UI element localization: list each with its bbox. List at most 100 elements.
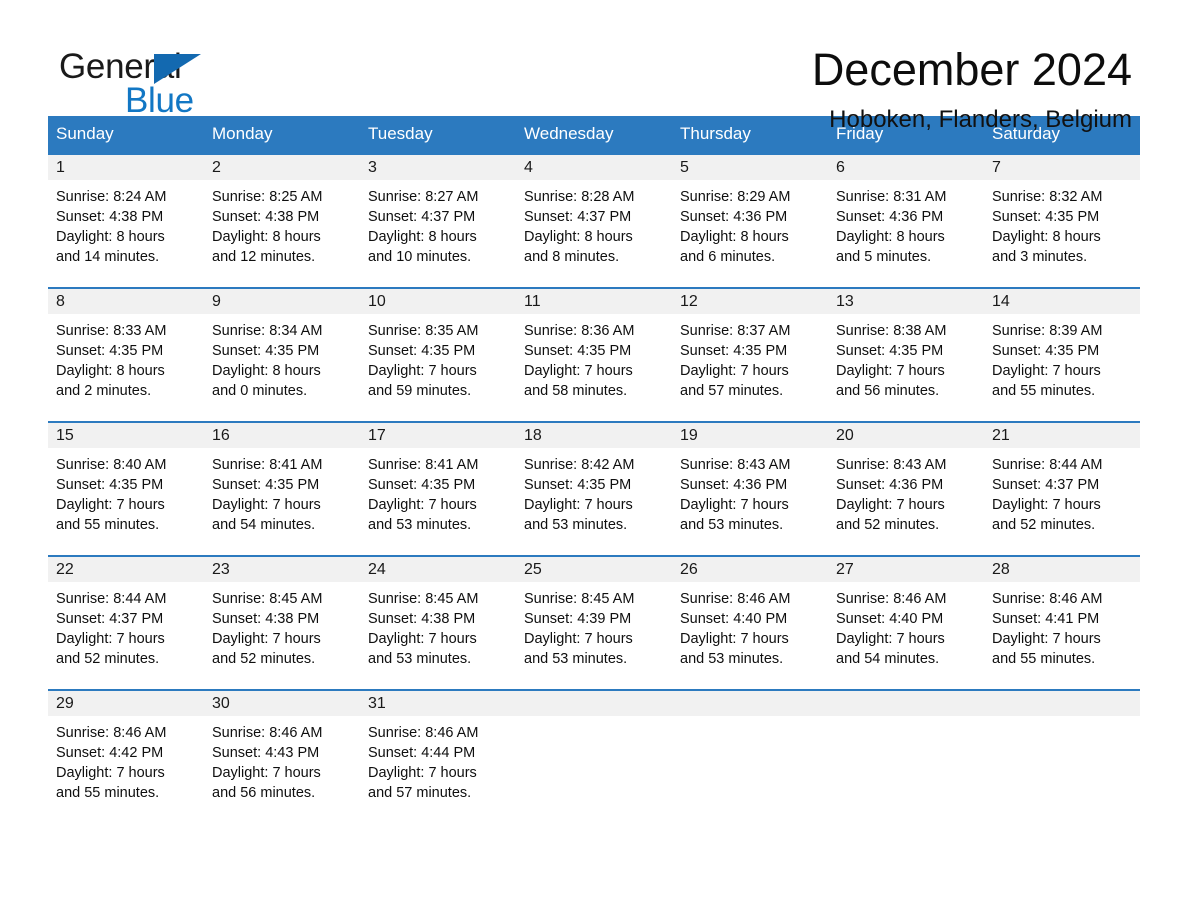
day-sun-info: Sunrise: 8:46 AM Sunset: 4:40 PM Daylight:… (672, 582, 828, 669)
logo-triangle-icon (154, 54, 201, 84)
day-cell-inner: 23 Sunrise: 8:45 AM Sunset: 4:38 PM Dayligh… (204, 555, 360, 689)
daylight-duration-line2: and 59 minutes. (368, 383, 472, 399)
calendar-day-cell[interactable]: 15 Sunrise: 8:40 AM Sunset: 4:35 PM Dayligh… (48, 421, 204, 555)
day-cell-inner: 7 Sunrise: 8:32 AM Sunset: 4:35 PM Daylight… (984, 153, 1140, 287)
calendar-day-cell[interactable]: 23 Sunrise: 8:45 AM Sunset: 4:38 PM Dayligh… (204, 555, 360, 689)
calendar-day-cell[interactable]: 9 Sunrise: 8:34 AM Sunset: 4:35 PM Daylight… (204, 287, 360, 421)
weekday-header-tuesday: Tuesday (360, 116, 516, 153)
day-cell-inner: 24 Sunrise: 8:45 AM Sunset: 4:38 PM Dayligh… (360, 555, 516, 689)
daylight-duration-line2: and 54 minutes. (212, 517, 316, 533)
day-number: 3 (360, 155, 516, 180)
daylight-duration-line1: Daylight: 7 hours (524, 631, 633, 647)
daylight-duration-line1: Daylight: 8 hours (56, 363, 165, 379)
calendar-day-cell[interactable]: 2 Sunrise: 8:25 AM Sunset: 4:38 PM Daylight… (204, 153, 360, 287)
logo-text-blue: Blue (125, 81, 194, 120)
sunrise-time: Sunrise: 8:46 AM (992, 591, 1103, 607)
calendar-day-cell[interactable]: 18 Sunrise: 8:42 AM Sunset: 4:35 PM Dayligh… (516, 421, 672, 555)
calendar-day-cell[interactable]: 30 Sunrise: 8:46 AM Sunset: 4:43 PM Dayligh… (204, 689, 360, 823)
calendar-cell-empty (516, 689, 672, 823)
day-cell-inner: 6 Sunrise: 8:31 AM Sunset: 4:36 PM Daylight… (828, 153, 984, 287)
calendar-week-row: 15 Sunrise: 8:40 AM Sunset: 4:35 PM Dayligh… (48, 421, 1140, 555)
calendar-day-cell[interactable]: 27 Sunrise: 8:46 AM Sunset: 4:40 PM Dayligh… (828, 555, 984, 689)
daylight-duration-line2: and 52 minutes. (56, 651, 160, 667)
sunrise-time: Sunrise: 8:33 AM (56, 323, 167, 339)
sunset-time: Sunset: 4:36 PM (680, 477, 788, 493)
day-cell-inner: 3 Sunrise: 8:27 AM Sunset: 4:37 PM Daylight… (360, 153, 516, 287)
day-sun-info: Sunrise: 8:34 AM Sunset: 4:35 PM Daylight:… (204, 314, 360, 401)
calendar-day-cell[interactable]: 14 Sunrise: 8:39 AM Sunset: 4:35 PM Dayligh… (984, 287, 1140, 421)
calendar-day-cell[interactable]: 3 Sunrise: 8:27 AM Sunset: 4:37 PM Daylight… (360, 153, 516, 287)
calendar-day-cell[interactable]: 16 Sunrise: 8:41 AM Sunset: 4:35 PM Dayligh… (204, 421, 360, 555)
daylight-duration-line2: and 0 minutes. (212, 383, 308, 399)
day-sun-info: Sunrise: 8:45 AM Sunset: 4:39 PM Daylight:… (516, 582, 672, 669)
day-number: 26 (672, 557, 828, 582)
calendar-day-cell[interactable]: 25 Sunrise: 8:45 AM Sunset: 4:39 PM Dayligh… (516, 555, 672, 689)
sunset-time: Sunset: 4:37 PM (56, 611, 164, 627)
calendar-day-cell[interactable]: 11 Sunrise: 8:36 AM Sunset: 4:35 PM Dayligh… (516, 287, 672, 421)
calendar-day-cell[interactable]: 28 Sunrise: 8:46 AM Sunset: 4:41 PM Dayligh… (984, 555, 1140, 689)
calendar-day-cell[interactable]: 26 Sunrise: 8:46 AM Sunset: 4:40 PM Dayligh… (672, 555, 828, 689)
calendar-day-cell[interactable]: 7 Sunrise: 8:32 AM Sunset: 4:35 PM Daylight… (984, 153, 1140, 287)
calendar-day-cell[interactable]: 10 Sunrise: 8:35 AM Sunset: 4:35 PM Dayligh… (360, 287, 516, 421)
calendar-day-cell[interactable]: 19 Sunrise: 8:43 AM Sunset: 4:36 PM Dayligh… (672, 421, 828, 555)
daylight-duration-line2: and 14 minutes. (56, 249, 160, 265)
calendar-day-cell[interactable]: 21 Sunrise: 8:44 AM Sunset: 4:37 PM Dayligh… (984, 421, 1140, 555)
calendar-day-cell[interactable]: 20 Sunrise: 8:43 AM Sunset: 4:36 PM Dayligh… (828, 421, 984, 555)
daylight-duration-line1: Daylight: 8 hours (836, 229, 945, 245)
day-sun-info: Sunrise: 8:36 AM Sunset: 4:35 PM Daylight:… (516, 314, 672, 401)
calendar-day-cell[interactable]: 8 Sunrise: 8:33 AM Sunset: 4:35 PM Daylight… (48, 287, 204, 421)
day-cell-inner: 13 Sunrise: 8:38 AM Sunset: 4:35 PM Dayligh… (828, 287, 984, 421)
calendar-day-cell[interactable]: 29 Sunrise: 8:46 AM Sunset: 4:42 PM Dayligh… (48, 689, 204, 823)
day-sun-info: Sunrise: 8:35 AM Sunset: 4:35 PM Daylight:… (360, 314, 516, 401)
day-sun-info: Sunrise: 8:45 AM Sunset: 4:38 PM Daylight:… (204, 582, 360, 669)
sunrise-time: Sunrise: 8:31 AM (836, 189, 947, 205)
weekday-header-sunday: Sunday (48, 116, 204, 153)
day-number: 9 (204, 289, 360, 314)
calendar-day-cell[interactable]: 17 Sunrise: 8:41 AM Sunset: 4:35 PM Dayligh… (360, 421, 516, 555)
weekday-header-monday: Monday (204, 116, 360, 153)
day-cell-inner: 17 Sunrise: 8:41 AM Sunset: 4:35 PM Dayligh… (360, 421, 516, 555)
generalblue-logo[interactable]: General Blue (59, 48, 259, 120)
day-number: 13 (828, 289, 984, 314)
sunrise-time: Sunrise: 8:43 AM (680, 457, 791, 473)
day-sun-info: Sunrise: 8:37 AM Sunset: 4:35 PM Daylight:… (672, 314, 828, 401)
calendar-day-cell[interactable]: 5 Sunrise: 8:29 AM Sunset: 4:36 PM Daylight… (672, 153, 828, 287)
daylight-duration-line2: and 55 minutes. (56, 517, 160, 533)
sunset-time: Sunset: 4:35 PM (368, 477, 476, 493)
sunset-time: Sunset: 4:37 PM (368, 209, 476, 225)
daylight-duration-line2: and 53 minutes. (680, 651, 784, 667)
day-number: 24 (360, 557, 516, 582)
calendar-day-cell[interactable]: 1 Sunrise: 8:24 AM Sunset: 4:38 PM Daylight… (48, 153, 204, 287)
sunrise-time: Sunrise: 8:46 AM (56, 725, 167, 741)
day-sun-info: Sunrise: 8:24 AM Sunset: 4:38 PM Daylight:… (48, 180, 204, 267)
sunrise-time: Sunrise: 8:43 AM (836, 457, 947, 473)
calendar-page: General Blue December 2024 Hoboken, Flan… (0, 0, 1188, 918)
day-number: 7 (984, 155, 1140, 180)
sunrise-time: Sunrise: 8:34 AM (212, 323, 323, 339)
calendar-day-cell[interactable]: 12 Sunrise: 8:37 AM Sunset: 4:35 PM Dayligh… (672, 287, 828, 421)
calendar-day-cell[interactable]: 13 Sunrise: 8:38 AM Sunset: 4:35 PM Dayligh… (828, 287, 984, 421)
sunset-time: Sunset: 4:40 PM (680, 611, 788, 627)
calendar-day-cell[interactable]: 22 Sunrise: 8:44 AM Sunset: 4:37 PM Dayligh… (48, 555, 204, 689)
sunset-time: Sunset: 4:35 PM (524, 477, 632, 493)
calendar-cell-empty (984, 689, 1140, 823)
calendar-day-cell[interactable]: 6 Sunrise: 8:31 AM Sunset: 4:36 PM Daylight… (828, 153, 984, 287)
day-sun-info: Sunrise: 8:43 AM Sunset: 4:36 PM Daylight:… (672, 448, 828, 535)
sunset-time: Sunset: 4:35 PM (368, 343, 476, 359)
daylight-duration-line2: and 12 minutes. (212, 249, 316, 265)
sunrise-time: Sunrise: 8:25 AM (212, 189, 323, 205)
daylight-duration-line1: Daylight: 7 hours (992, 497, 1101, 513)
calendar-day-cell[interactable]: 4 Sunrise: 8:28 AM Sunset: 4:37 PM Daylight… (516, 153, 672, 287)
daylight-duration-line2: and 53 minutes. (368, 651, 472, 667)
day-sun-info: Sunrise: 8:41 AM Sunset: 4:35 PM Daylight:… (360, 448, 516, 535)
sunrise-time: Sunrise: 8:29 AM (680, 189, 791, 205)
calendar-day-cell[interactable]: 31 Sunrise: 8:46 AM Sunset: 4:44 PM Dayligh… (360, 689, 516, 823)
day-number: 20 (828, 423, 984, 448)
daylight-duration-line2: and 52 minutes. (836, 517, 940, 533)
day-sun-info: Sunrise: 8:46 AM Sunset: 4:43 PM Daylight:… (204, 716, 360, 803)
daylight-duration-line2: and 10 minutes. (368, 249, 472, 265)
day-number: 12 (672, 289, 828, 314)
calendar-day-cell[interactable]: 24 Sunrise: 8:45 AM Sunset: 4:38 PM Dayligh… (360, 555, 516, 689)
daylight-duration-line1: Daylight: 7 hours (680, 497, 789, 513)
day-sun-info: Sunrise: 8:38 AM Sunset: 4:35 PM Daylight:… (828, 314, 984, 401)
